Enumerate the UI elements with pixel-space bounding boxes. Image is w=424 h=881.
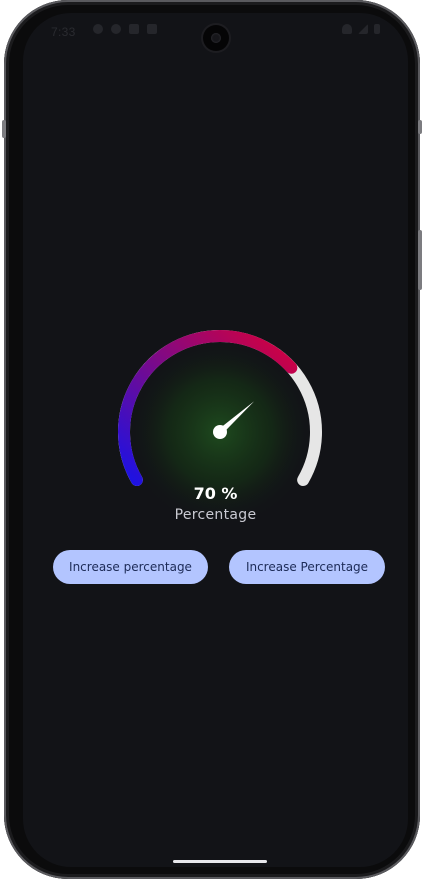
gauge-label: Percentage [174, 507, 257, 523]
lock-icon [147, 24, 157, 34]
gauge-value: 70 % [193, 484, 238, 503]
signal-icon [358, 24, 368, 34]
increase-percentage-button[interactable]: Increase percentage [53, 550, 208, 584]
home-indicator[interactable] [173, 860, 267, 863]
volume-button-lower [418, 230, 422, 290]
system-icons [342, 24, 380, 34]
camera-icon [203, 25, 229, 51]
battery-icon [374, 24, 380, 34]
increase-percentage-button-alt[interactable]: Increase Percentage [229, 550, 385, 584]
dnd-icon [111, 24, 121, 34]
status-time: 7:33 [51, 25, 76, 39]
sim-icon [129, 24, 139, 34]
phone-frame: 7:33 70 % Percentage Increase percentage… [2, 0, 422, 879]
status-bar: 7:33 [23, 13, 408, 53]
wifi-icon [342, 24, 352, 34]
notification-icon [93, 24, 103, 34]
app-screen: 7:33 70 % Percentage Increase percentage… [23, 13, 408, 867]
volume-button [418, 120, 422, 134]
power-button [2, 120, 6, 138]
percentage-gauge [118, 329, 322, 528]
gauge-needle-hub [213, 425, 227, 439]
notification-icons [93, 24, 157, 34]
